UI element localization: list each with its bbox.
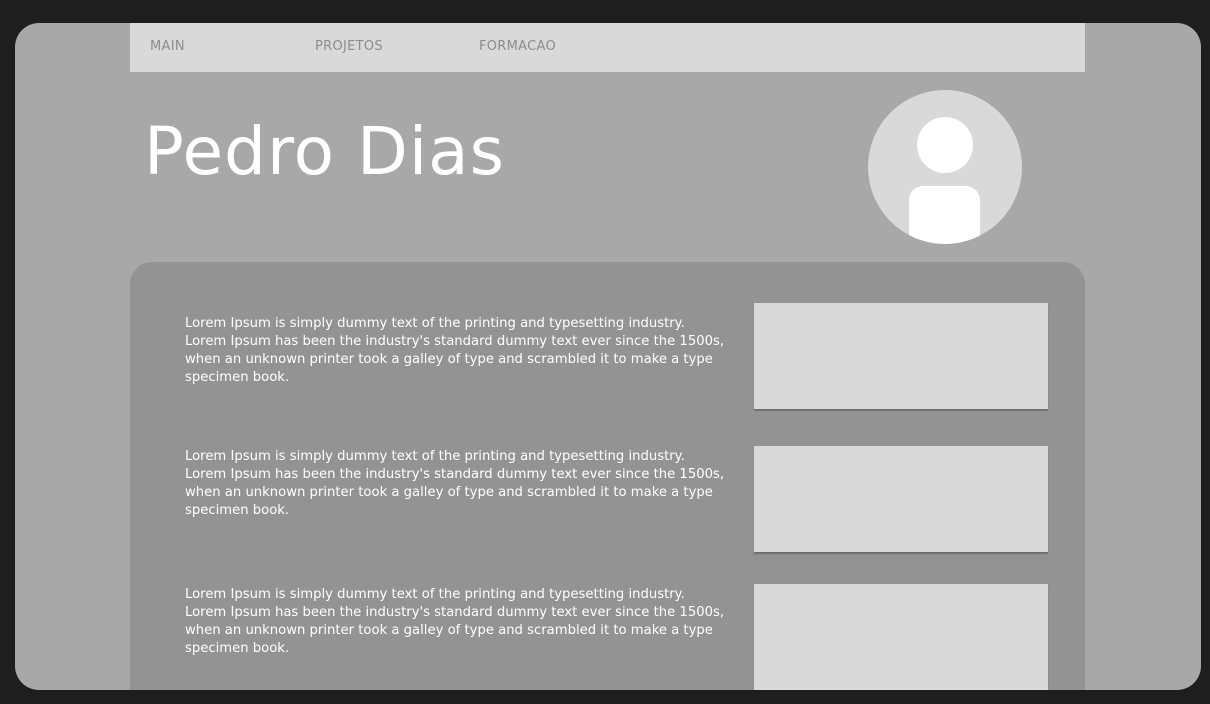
nav-item-projetos[interactable]: PROJETOS bbox=[315, 39, 383, 54]
row-2-image-placeholder bbox=[754, 446, 1048, 552]
row-1-text: Lorem Ipsum is simply dummy text of the … bbox=[185, 316, 725, 385]
row-3-image-placeholder bbox=[754, 584, 1048, 690]
top-navbar: MAIN PROJETOS FORMACAO bbox=[130, 23, 1085, 72]
nav-item-main[interactable]: MAIN bbox=[150, 39, 185, 54]
app-frame: MAIN PROJETOS FORMACAO Pedro Dias Lorem … bbox=[15, 23, 1201, 690]
row-2-text: Lorem Ipsum is simply dummy text of the … bbox=[185, 449, 725, 518]
user-avatar-icon bbox=[868, 90, 1022, 244]
page-title: Pedro Dias bbox=[144, 113, 505, 190]
avatar-head-shape bbox=[917, 117, 973, 173]
nav-item-formacao[interactable]: FORMACAO bbox=[479, 39, 556, 54]
row-1-image-placeholder bbox=[754, 303, 1048, 409]
row-3-text: Lorem Ipsum is simply dummy text of the … bbox=[185, 587, 725, 656]
content-panel: Lorem Ipsum is simply dummy text of the … bbox=[130, 262, 1085, 690]
avatar-body-shape bbox=[909, 186, 980, 244]
